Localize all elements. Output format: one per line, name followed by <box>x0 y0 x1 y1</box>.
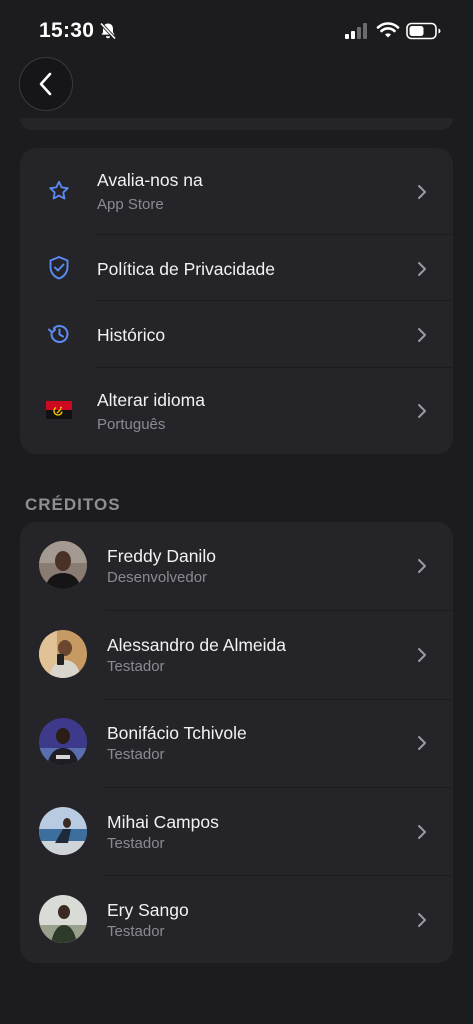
settings-card: Avalia-nos na App Store Política de Priv… <box>20 148 453 454</box>
credits-card: Freddy Danilo Desenvolvedor Alessandro d… <box>20 522 453 963</box>
chevron-right-icon <box>418 736 426 750</box>
credit-row-freddy-danilo[interactable]: Freddy Danilo Desenvolvedor <box>20 522 453 610</box>
chevron-right-icon <box>418 185 426 199</box>
chevron-right-icon <box>418 913 426 927</box>
chevron-right-icon <box>418 404 426 418</box>
credit-name: Alessandro de Almeida <box>107 635 286 655</box>
privacy-policy-row[interactable]: Política de Privacidade <box>20 235 453 301</box>
shield-check-icon <box>46 255 72 281</box>
rate-app-row[interactable]: Avalia-nos na App Store <box>20 148 453 235</box>
credit-row-ery-sango[interactable]: Ery Sango Testador <box>20 876 453 963</box>
chevron-right-icon <box>418 559 426 573</box>
change-language-title: Alterar idioma <box>97 390 205 410</box>
rate-app-title: Avalia-nos na <box>97 170 203 190</box>
avatar <box>39 895 87 943</box>
chevron-left-icon <box>39 72 52 96</box>
history-icon <box>46 321 72 347</box>
current-language: Português <box>97 416 166 433</box>
angola-flag-icon <box>46 397 72 423</box>
credit-row-bonifacio-tchivole[interactable]: Bonifácio Tchivole Testador <box>20 700 453 788</box>
status-time: 15:30 <box>39 19 95 42</box>
credit-role: Testador <box>107 835 165 852</box>
credit-name: Ery Sango <box>107 900 189 920</box>
previous-card-edge <box>20 118 453 130</box>
avatar <box>39 630 87 678</box>
credit-role: Testador <box>107 746 165 763</box>
credit-name: Bonifácio Tchivole <box>107 723 247 743</box>
credit-name: Mihai Campos <box>107 812 219 832</box>
privacy-policy-title: Política de Privacidade <box>97 259 276 279</box>
chevron-right-icon <box>418 648 426 662</box>
back-button[interactable] <box>19 57 73 111</box>
chevron-right-icon <box>418 262 426 276</box>
credit-role: Desenvolvedor <box>107 569 208 586</box>
bell-muted-icon <box>98 21 118 41</box>
history-title: Histórico <box>97 325 166 345</box>
battery-icon <box>406 22 442 40</box>
history-row[interactable]: Histórico <box>20 301 453 368</box>
cellular-signal-icon <box>344 22 370 40</box>
rate-app-subtitle: App Store <box>97 196 164 213</box>
credit-row-mihai-campos[interactable]: Mihai Campos Testador <box>20 788 453 876</box>
chevron-right-icon <box>418 825 426 839</box>
credit-role: Testador <box>107 923 165 940</box>
credit-role: Testador <box>107 658 165 675</box>
change-language-row[interactable]: Alterar idioma Português <box>20 368 453 454</box>
credit-name: Freddy Danilo <box>107 546 216 566</box>
credit-row-alessandro-de-almeida[interactable]: Alessandro de Almeida Testador <box>20 611 453 699</box>
star-icon <box>46 178 72 204</box>
wifi-icon <box>376 20 400 40</box>
credits-section-header: CRÉDITOS <box>25 495 121 514</box>
avatar <box>39 541 87 589</box>
avatar <box>39 807 87 855</box>
avatar <box>39 718 87 766</box>
chevron-right-icon <box>418 328 426 342</box>
status-bar: 15:30 <box>0 0 473 60</box>
